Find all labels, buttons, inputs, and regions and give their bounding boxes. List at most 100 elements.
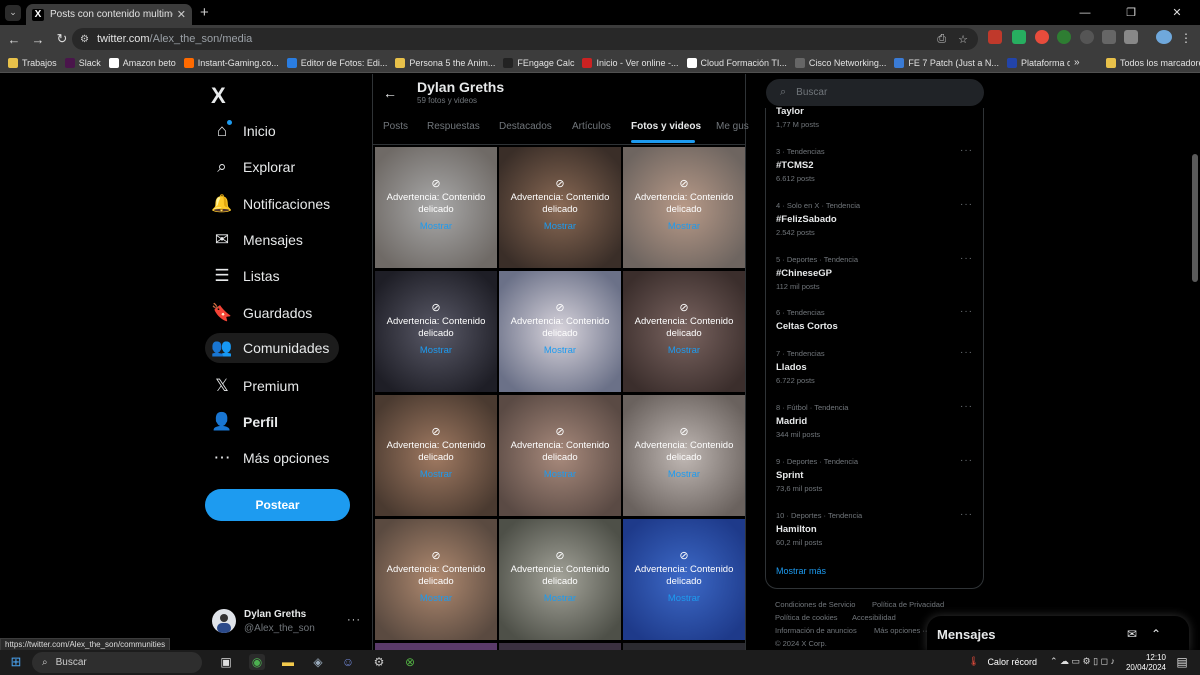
messages-drawer[interactable]: Mensajes ✉ ⌃ [927, 616, 1189, 650]
xbox-icon[interactable]: ⊗ [402, 654, 418, 670]
close-tab-icon[interactable]: ✕ [177, 8, 186, 21]
extension-icon[interactable] [1012, 30, 1026, 44]
account-menu-icon[interactable]: ··· [347, 614, 361, 626]
show-media-button[interactable]: Mostrar [668, 221, 700, 232]
tab-fotos-y-videos[interactable]: Fotos y videos [631, 121, 701, 132]
sensitive-media-tile[interactable] [623, 643, 745, 650]
sidebar-item-premium[interactable]: 𝕏 Premium [205, 371, 307, 401]
extensions-puzzle-icon[interactable] [1124, 30, 1138, 44]
trend-name[interactable]: #FelizSabado [776, 214, 837, 225]
bookmark-item[interactable]: Plataforma de For... [1006, 57, 1070, 68]
show-media-button[interactable]: Mostrar [420, 221, 452, 232]
extension-icon[interactable] [1102, 30, 1116, 44]
extension-icon[interactable] [1080, 30, 1094, 44]
system-tray-icons[interactable]: ⌃ ☁ ▭ ⚙ ▯ ◻ ♪ [1050, 656, 1115, 667]
tab-destacados[interactable]: Destacados [499, 121, 552, 132]
bookmark-item[interactable]: Editor de Fotos: Edi... [286, 57, 387, 68]
minimize-button[interactable]: — [1062, 0, 1108, 25]
cast-icon[interactable]: ⎙ [937, 33, 946, 46]
trend-more-icon[interactable]: ··· [960, 199, 973, 210]
close-window-button[interactable]: ✕ [1154, 0, 1200, 25]
discord-icon[interactable]: ☺ [340, 654, 356, 670]
footer-link[interactable]: Política de cookies [775, 613, 838, 622]
trend-name[interactable]: #ChineseGP [776, 268, 832, 279]
show-media-button[interactable]: Mostrar [420, 593, 452, 604]
search-input[interactable]: ⌕ Buscar [766, 79, 984, 106]
trend-name[interactable]: #TCMS2 [776, 160, 813, 171]
sidebar-item-notificaciones[interactable]: 🔔 Notificaciones [205, 189, 338, 219]
show-media-button[interactable]: Mostrar [668, 345, 700, 356]
show-media-button[interactable]: Mostrar [544, 593, 576, 604]
sensitive-media-tile[interactable]: ⊘ Advertencia: Contenido delicado Mostrar [623, 395, 745, 516]
sensitive-media-tile[interactable]: ⊘ Advertencia: Contenido delicado Mostrar [499, 519, 621, 640]
new-tab-button[interactable]: + [200, 4, 209, 21]
tab-me-gus[interactable]: Me gus [716, 121, 749, 132]
maximize-button[interactable]: ❐ [1108, 0, 1154, 25]
weather-widget[interactable]: 🌡 Calor récord [968, 656, 1037, 667]
bookmark-item[interactable]: Cloud Formación TI... [686, 57, 787, 68]
sidebar-item-comunidades[interactable]: 👥 Comunidades [205, 333, 339, 363]
sensitive-media-tile[interactable]: ⊘ Advertencia: Contenido delicado Mostrar [375, 519, 497, 640]
trend-more-icon[interactable]: ··· [960, 347, 973, 358]
sensitive-media-tile[interactable] [375, 643, 497, 650]
chrome-icon[interactable]: ◉ [249, 654, 265, 670]
reload-button[interactable]: ↻ [50, 31, 74, 47]
profile-avatar-icon[interactable] [1156, 30, 1172, 44]
bookmark-item[interactable]: Slack [64, 57, 101, 68]
bookmark-item[interactable]: Cisco Networking... [794, 57, 886, 68]
footer-link[interactable]: Información de anuncios [775, 626, 857, 635]
sensitive-media-tile[interactable]: ⊘ Advertencia: Contenido delicado Mostrar [375, 395, 497, 516]
tab-posts[interactable]: Posts [383, 121, 408, 132]
trend-name[interactable]: Sprint [776, 470, 803, 481]
browser-tab[interactable]: X Posts con contenido multimed ✕ [26, 4, 192, 25]
sidebar-item-más-opciones[interactable]: ⋯ Más opciones [205, 443, 337, 473]
sidebar-item-inicio[interactable]: ⌂ Inicio [205, 116, 284, 146]
steam-icon[interactable]: ⚙ [371, 654, 387, 670]
show-media-button[interactable]: Mostrar [668, 469, 700, 480]
clock[interactable]: 12:10 20/04/2024 [1126, 653, 1166, 673]
bookmark-star-icon[interactable]: ☆ [958, 33, 968, 46]
tab-artículos[interactable]: Artículos [572, 121, 611, 132]
footer-link[interactable]: Más opciones ··· [874, 626, 930, 635]
trend-more-icon[interactable]: ··· [960, 306, 973, 317]
sensitive-media-tile[interactable]: ⊘ Advertencia: Contenido delicado Mostrar [499, 395, 621, 516]
new-message-icon[interactable]: ✉ [1127, 627, 1137, 641]
trend-more-icon[interactable]: ··· [960, 253, 973, 264]
windows-start-icon[interactable]: ⊞ [8, 654, 24, 670]
sidebar-item-guardados[interactable]: 🔖 Guardados [205, 298, 320, 328]
footer-link[interactable]: Condiciones de Servicio [775, 600, 855, 609]
show-media-button[interactable]: Mostrar [420, 469, 452, 480]
footer-link[interactable]: Accesibilidad [852, 613, 896, 622]
trend-more-icon[interactable]: ··· [960, 401, 973, 412]
trend-name[interactable]: Llados [776, 362, 807, 373]
back-button[interactable]: ← [2, 32, 26, 47]
avatar[interactable] [212, 609, 236, 633]
sensitive-media-tile[interactable]: ⊘ Advertencia: Contenido delicado Mostrar [499, 271, 621, 392]
post-button[interactable]: Postear [205, 489, 350, 521]
sensitive-media-tile[interactable]: ⊘ Advertencia: Contenido delicado Mostrar [499, 147, 621, 268]
bookmark-item[interactable]: Trabajos [8, 57, 57, 68]
site-info-icon[interactable]: ⚙ [80, 34, 89, 45]
profile-handle[interactable]: @Alex_the_son [244, 623, 315, 634]
address-bar[interactable]: ⚙ twitter.com/Alex_the_son/media ⎙ ☆ [72, 28, 978, 50]
sidebar-item-explorar[interactable]: ⌕ Explorar [205, 152, 303, 182]
bookmark-item[interactable]: Amazon beto [108, 57, 176, 68]
x-logo-icon[interactable]: X [211, 83, 226, 109]
trend-more-icon[interactable]: ··· [960, 509, 973, 520]
sensitive-media-tile[interactable]: ⊘ Advertencia: Contenido delicado Mostrar [623, 519, 745, 640]
task-view-icon[interactable]: ▣ [218, 654, 234, 670]
sidebar-item-mensajes[interactable]: ✉ Mensajes [205, 225, 311, 255]
sensitive-media-tile[interactable]: ⊘ Advertencia: Contenido delicado Mostrar [375, 271, 497, 392]
footer-link[interactable]: Política de Privacidad [872, 600, 944, 609]
sidebar-item-listas[interactable]: ☰ Listas [205, 261, 288, 291]
trend-more-icon[interactable]: ··· [960, 455, 973, 466]
sensitive-media-tile[interactable]: ⊘ Advertencia: Contenido delicado Mostrar [623, 147, 745, 268]
bookmark-item[interactable]: Persona 5 the Anim... [395, 57, 495, 68]
profile-name[interactable]: Dylan Greths [244, 609, 306, 620]
trend-name[interactable]: Madrid [776, 416, 807, 427]
notifications-icon[interactable]: ▤ [1174, 654, 1190, 670]
extension-icon[interactable] [988, 30, 1002, 44]
more-bookmarks-button[interactable]: » [1074, 57, 1080, 68]
all-bookmarks-button[interactable]: Todos los marcadores [1106, 57, 1200, 68]
bookmark-item[interactable]: FEngage Calc [503, 57, 574, 68]
